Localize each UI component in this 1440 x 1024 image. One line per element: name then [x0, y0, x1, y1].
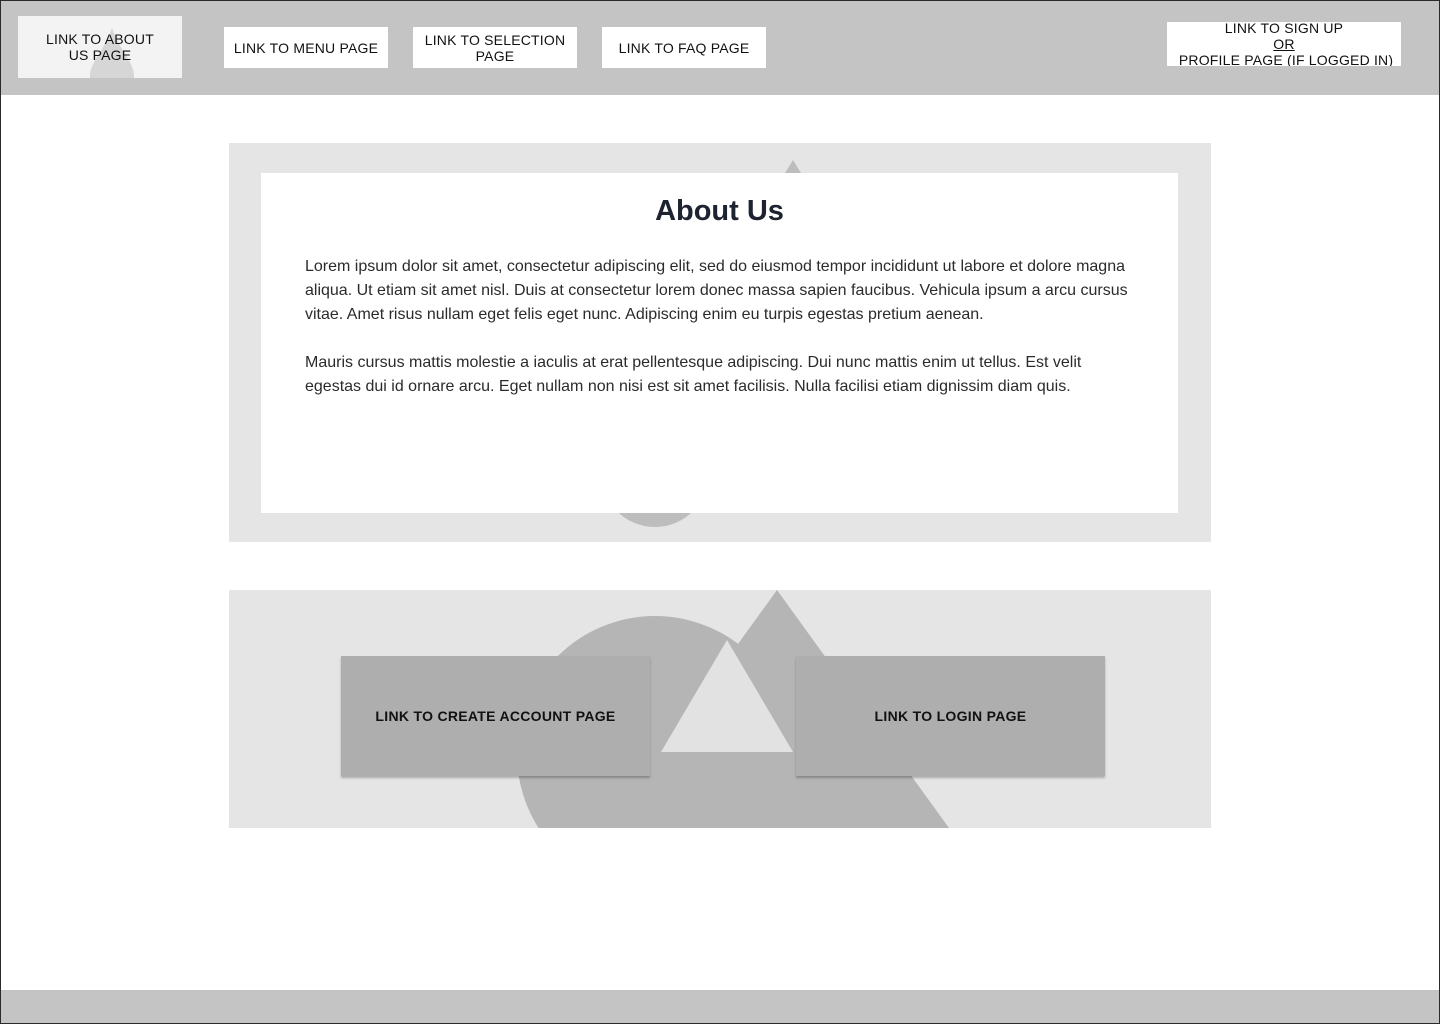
about-card: About Us Lorem ipsum dolor sit amet, con… [261, 173, 1178, 513]
nav-signup-label: LINK TO SIGN UP OR PROFILE PAGE (IF LOGG… [1167, 22, 1401, 66]
create-account-button[interactable]: LINK TO CREATE ACCOUNT PAGE [341, 656, 650, 776]
nav-signup-or: OR [1273, 36, 1295, 52]
nav-menu-link[interactable]: LINK TO MENU PAGE [224, 27, 388, 68]
nav-signup-line2: OR PROFILE PAGE (IF LOGGED IN) [1167, 36, 1401, 66]
about-paragraph: Mauris cursus mattis molestie a iaculis … [305, 354, 1082, 395]
create-account-label: LINK TO CREATE ACCOUNT PAGE [375, 708, 616, 724]
nav-about-us-label: LINK TO ABOUT US PAGE [46, 31, 154, 63]
nav-faq-link[interactable]: LINK TO FAQ PAGE [602, 27, 766, 68]
nav-about-us-link[interactable]: LINK TO ABOUT US PAGE [18, 16, 182, 78]
login-label: LINK TO LOGIN PAGE [874, 708, 1027, 724]
nav-selection-link[interactable]: LINK TO SELECTION PAGE [413, 27, 577, 68]
nav-signup-profile-link[interactable]: LINK TO SIGN UP OR PROFILE PAGE (IF LOGG… [1167, 22, 1401, 66]
nav-selection-label: LINK TO SELECTION PAGE [424, 31, 566, 64]
site-footer [0, 990, 1440, 1024]
nav-signup-line2-rest: PROFILE PAGE (IF LOGGED IN) [1174, 52, 1394, 66]
nav-faq-label: LINK TO FAQ PAGE [618, 39, 750, 56]
site-header: LINK TO ABOUT US PAGE LINK TO MENU PAGE … [0, 0, 1440, 95]
login-button[interactable]: LINK TO LOGIN PAGE [796, 656, 1105, 776]
nav-signup-line1: LINK TO SIGN UP [1224, 22, 1344, 36]
about-paragraph: Lorem ipsum dolor sit amet, consectetur … [305, 258, 1128, 323]
nav-menu-label: LINK TO MENU PAGE [233, 39, 379, 56]
page-title: About Us [655, 195, 784, 227]
about-body: Lorem ipsum dolor sit amet, consectetur … [305, 255, 1141, 399]
